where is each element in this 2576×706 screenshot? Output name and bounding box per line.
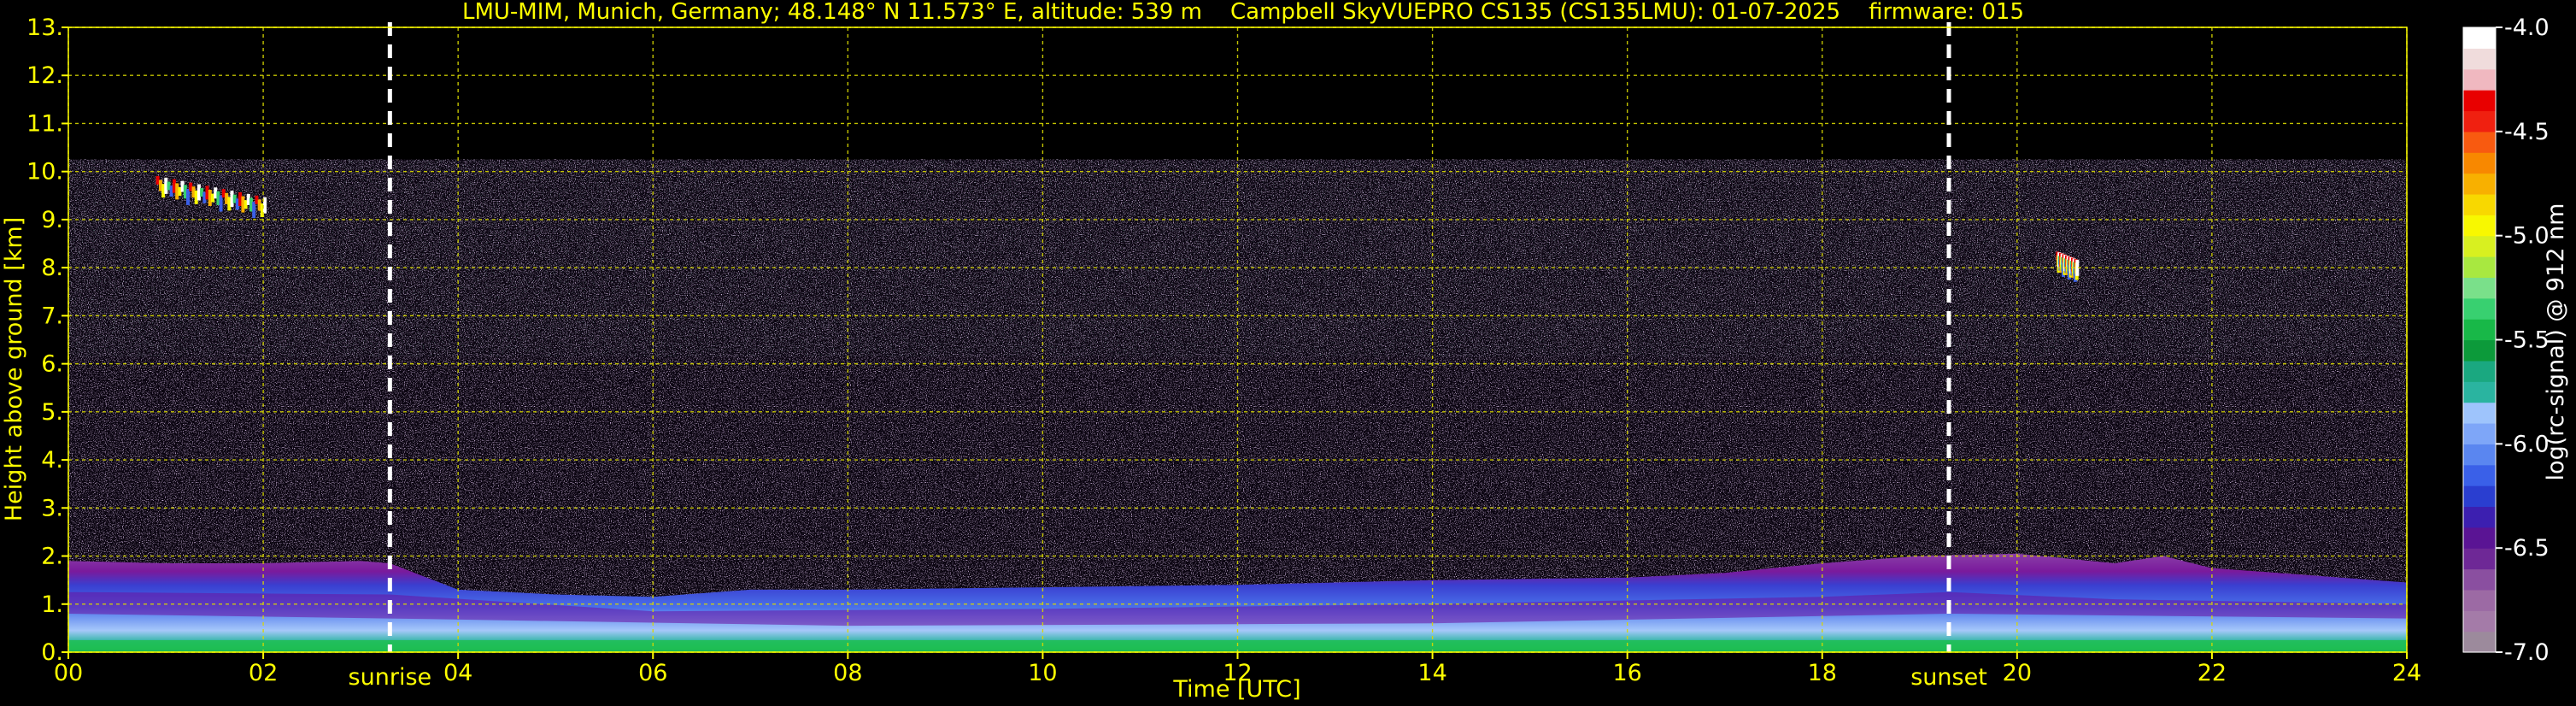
colorbar-segment <box>2463 589 2496 611</box>
colorbar-segment <box>2463 360 2496 382</box>
colorbar-segment <box>2463 215 2496 237</box>
y-tick-label: 10. <box>26 159 63 185</box>
y-tick-label: 2. <box>41 544 63 570</box>
colorbar-segment <box>2463 381 2496 403</box>
colorbar-segment <box>2463 485 2496 508</box>
colorbar-segment <box>2463 27 2496 49</box>
y-tick-label: 12. <box>26 62 63 89</box>
y-tick-label: 13. <box>26 15 63 41</box>
colorbar-segment <box>2463 506 2496 528</box>
x-tick-label: 22 <box>2198 660 2227 686</box>
colorbar-segment <box>2463 297 2496 320</box>
colorbar-tick-label: -4.0 <box>2504 15 2550 41</box>
x-tick-label: 20 <box>2003 660 2032 686</box>
cloud-pixel <box>252 202 256 219</box>
ceilometer-chart: 00 02 04 06 08 10 12 14 16 18 20 22 240.1.2.3.4.5.6.… <box>1 0 2569 703</box>
y-tick-label: 1. <box>41 591 63 618</box>
colorbar-segment <box>2463 319 2496 341</box>
y-axis-label: Height above ground [km] <box>1 217 27 521</box>
y-tick-label: 8. <box>41 255 63 281</box>
colorbar-segment <box>2463 527 2496 549</box>
y-tick-label: 3. <box>41 495 63 521</box>
colorbar-segment <box>2463 402 2496 424</box>
x-tick-label: 10 <box>1028 660 1057 686</box>
colorbar-tick-label: -6.5 <box>2504 535 2550 562</box>
x-tick-label: 14 <box>1417 660 1446 686</box>
colorbar-segment <box>2463 193 2496 215</box>
colorbar: -4.0-4.5-5.0-5.5-6.0-6.5-7.0 <box>2462 15 2550 666</box>
colorbar-tick-label: -4.5 <box>2504 119 2550 145</box>
event-label-sunset: sunset <box>1910 664 1987 691</box>
y-tick-label: 6. <box>41 351 63 378</box>
cloud-pixel <box>186 188 190 205</box>
colorbar-segment <box>2463 277 2496 299</box>
x-tick-label: 16 <box>1612 660 1641 686</box>
colorbar-segment <box>2463 48 2496 70</box>
colorbar-segment <box>2463 68 2496 91</box>
colorbar-label: log(rc-signal) @ 912 nm <box>2543 203 2569 481</box>
x-tick-label: 02 <box>249 660 278 686</box>
x-tick-label: 24 <box>2392 660 2421 686</box>
colorbar-segment <box>2463 422 2496 444</box>
y-tick-label: 9. <box>41 207 63 233</box>
y-tick-label: 0. <box>41 639 63 666</box>
colorbar-segment <box>2463 444 2496 466</box>
plot-area <box>68 27 2407 652</box>
colorbar-segment <box>2463 235 2496 257</box>
colorbar-segment <box>2463 339 2496 362</box>
x-tick-label: 04 <box>443 660 472 686</box>
y-tick-label: 5. <box>41 399 63 426</box>
y-tick-label: 7. <box>41 303 63 329</box>
y-tick-label: 4. <box>41 447 63 474</box>
colorbar-segment <box>2463 568 2496 591</box>
colorbar-tick-label: -7.0 <box>2504 639 2550 666</box>
colorbar-segment <box>2463 131 2496 153</box>
y-tick-label: 11. <box>26 110 63 137</box>
x-axis-label: Time [UTC] <box>1172 676 1300 703</box>
event-label-sunrise: sunrise <box>349 664 432 691</box>
chart-title: LMU-MIM, Munich, Germany; 48.148° N 11.5… <box>462 0 2024 25</box>
colorbar-segment <box>2463 152 2496 174</box>
x-tick-label: 18 <box>1808 660 1837 686</box>
cloud-pixel <box>219 195 223 212</box>
colorbar-segment <box>2463 173 2496 195</box>
colorbar-segment <box>2463 464 2496 486</box>
colorbar-segment <box>2463 256 2496 278</box>
colorbar-segment <box>2463 548 2496 570</box>
x-tick-label: 08 <box>833 660 862 686</box>
colorbar-segment <box>2463 631 2496 653</box>
colorbar-segment <box>2463 110 2496 132</box>
x-tick-label: 06 <box>638 660 667 686</box>
colorbar-segment <box>2463 610 2496 632</box>
colorbar-segment <box>2463 90 2496 112</box>
